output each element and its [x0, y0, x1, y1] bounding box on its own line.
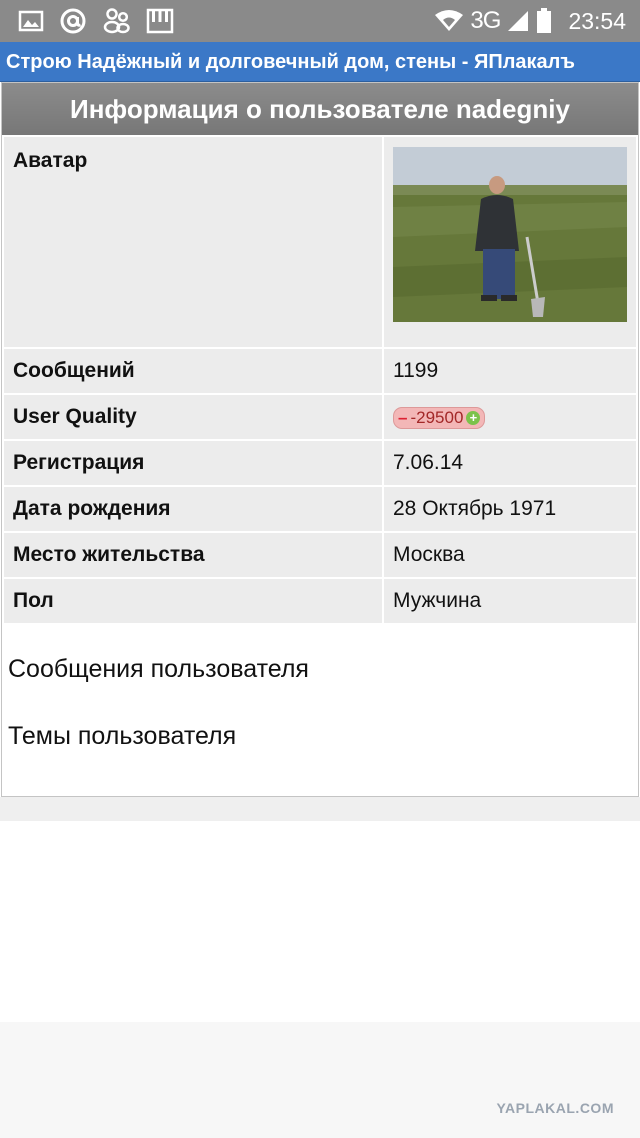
divider — [0, 797, 640, 821]
posts-label: Сообщений — [4, 349, 382, 393]
registration-label: Регистрация — [4, 441, 382, 485]
page-title: Строю Надёжный и долговечный дом, стены … — [0, 42, 640, 82]
table-row: User Quality – -29500 + — [4, 395, 636, 439]
table-row: Сообщений 1199 — [4, 349, 636, 393]
user-posts-link[interactable]: Сообщения пользователя — [8, 655, 632, 684]
user-info-table: Аватар Сообщений 1199 User Quality – -29… — [2, 135, 638, 625]
status-bar: 3G 23:54 — [0, 0, 640, 42]
people-icon — [103, 8, 130, 34]
birthday-value: 28 Октябрь 1971 — [384, 487, 636, 531]
user-info-panel: Информация о пользователе nadegniy Авата… — [1, 82, 639, 797]
network-type: 3G — [470, 7, 501, 34]
quality-cell: – -29500 + — [384, 395, 636, 439]
table-row: Дата рождения 28 Октябрь 1971 — [4, 487, 636, 531]
table-row: Аватар — [4, 137, 636, 347]
quality-label: User Quality — [4, 395, 382, 439]
quality-value: -29500 — [410, 408, 464, 427]
wifi-icon — [435, 10, 464, 31]
user-topics-link[interactable]: Темы пользователя — [8, 722, 632, 751]
panel-header: Информация о пользователе nadegniy — [2, 83, 638, 135]
avatar-label: Аватар — [4, 137, 382, 347]
at-icon — [60, 8, 86, 34]
gallery-icon — [18, 10, 44, 32]
registration-value: 7.06.14 — [384, 441, 636, 485]
posts-value: 1199 — [384, 349, 636, 393]
notification-icons — [18, 6, 174, 36]
avatar-cell — [384, 137, 636, 347]
quality-badge: – -29500 + — [393, 407, 486, 429]
avatar-photo — [393, 147, 627, 322]
table-row: Пол Мужчина — [4, 579, 636, 623]
location-label: Место жительства — [4, 533, 382, 577]
battery-icon — [537, 8, 552, 33]
signal-icon — [508, 11, 529, 31]
piano-keys-icon — [146, 8, 174, 34]
footer: YAPLAKAL.COM — [0, 1022, 640, 1138]
birthday-label: Дата рождения — [4, 487, 382, 531]
system-icons: 3G 23:54 — [434, 6, 626, 36]
site-logo[interactable]: YAPLAKAL.COM — [497, 1100, 615, 1116]
plus-icon[interactable]: + — [466, 411, 481, 425]
location-value: Москва — [384, 533, 636, 577]
gender-value: Мужчина — [384, 579, 636, 623]
clock: 23:54 — [568, 7, 626, 34]
user-links: Сообщения пользователя Темы пользователя — [2, 655, 638, 751]
table-row: Место жительства Москва — [4, 533, 636, 577]
minus-icon[interactable]: – — [398, 408, 407, 428]
table-row: Регистрация 7.06.14 — [4, 441, 636, 485]
gender-label: Пол — [4, 579, 382, 623]
avatar[interactable] — [393, 147, 627, 322]
